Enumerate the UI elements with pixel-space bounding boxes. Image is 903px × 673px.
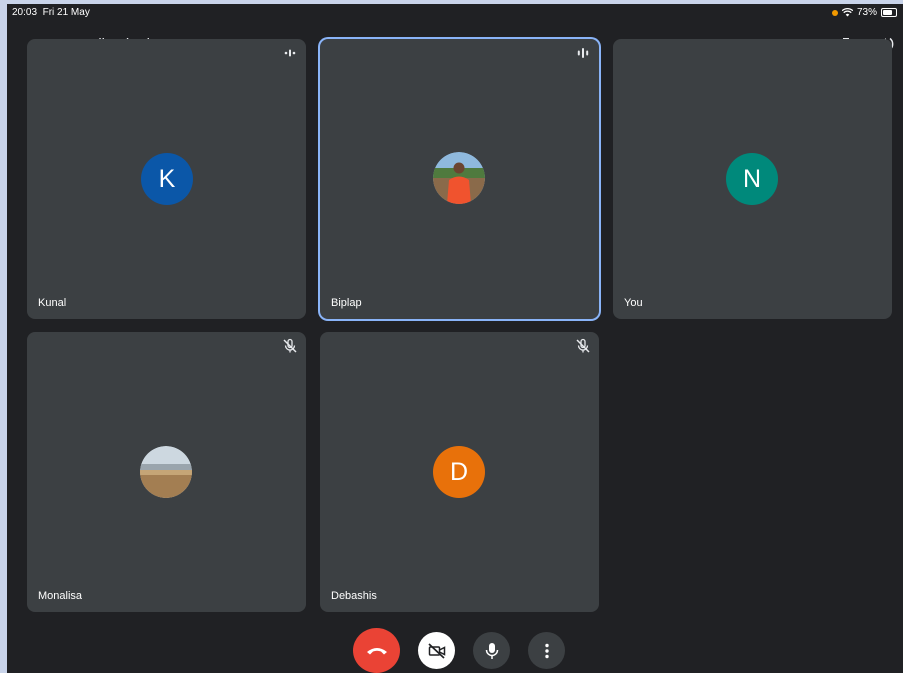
participant-name: Debashis xyxy=(331,590,377,602)
end-call-button[interactable] xyxy=(353,628,400,673)
avatar-photo xyxy=(140,446,192,498)
participant-name: Biplap xyxy=(331,297,362,309)
status-bar: 20:03 Fri 21 May 73% xyxy=(7,4,903,22)
avatar-initial: K xyxy=(158,164,176,193)
avatar-initial: D xyxy=(449,457,469,486)
avatar-initial: N xyxy=(742,164,762,193)
audio-level-icon xyxy=(577,48,589,58)
participant-tile-debashis[interactable]: D Debashis xyxy=(320,332,599,612)
participant-tile-biplap[interactable]: Biplap xyxy=(320,39,599,319)
battery-fill xyxy=(883,10,892,15)
participant-name: Kunal xyxy=(38,297,67,309)
battery-percent: 73% xyxy=(856,7,877,18)
participant-name: Monalisa xyxy=(38,590,83,602)
avatar: N xyxy=(726,153,778,205)
avatar: K xyxy=(141,153,193,205)
camera-toggle-button[interactable] xyxy=(418,632,455,669)
camera-off-icon xyxy=(427,642,445,659)
status-indicators: 73% xyxy=(831,7,897,18)
avatar: D xyxy=(433,446,485,498)
participant-tile-monalisa[interactable]: Monalisa xyxy=(27,332,306,612)
microphone-icon xyxy=(485,642,498,659)
mic-off-icon xyxy=(576,338,590,353)
audio-level-icon xyxy=(284,49,296,57)
status-time-date: 20:03 Fri 21 May xyxy=(12,7,90,18)
more-options-button[interactable] xyxy=(528,632,565,669)
battery-icon xyxy=(881,8,897,17)
mic-in-use-indicator xyxy=(831,9,838,16)
participant-tile-you[interactable]: N You xyxy=(613,39,892,319)
phone-hangup-icon xyxy=(366,647,387,654)
more-vert-icon xyxy=(544,643,549,658)
call-controls xyxy=(7,628,903,673)
microphone-button[interactable] xyxy=(473,632,510,669)
participant-name: You xyxy=(624,297,643,309)
meet-screen: 20:03 Fri 21 May 73% wry-diux-bxd ▶ xyxy=(7,4,903,673)
avatar-photo xyxy=(433,152,485,204)
participant-tile-kunal[interactable]: K Kunal xyxy=(27,39,306,319)
wifi-icon xyxy=(841,8,853,17)
mic-off-icon xyxy=(283,338,297,353)
